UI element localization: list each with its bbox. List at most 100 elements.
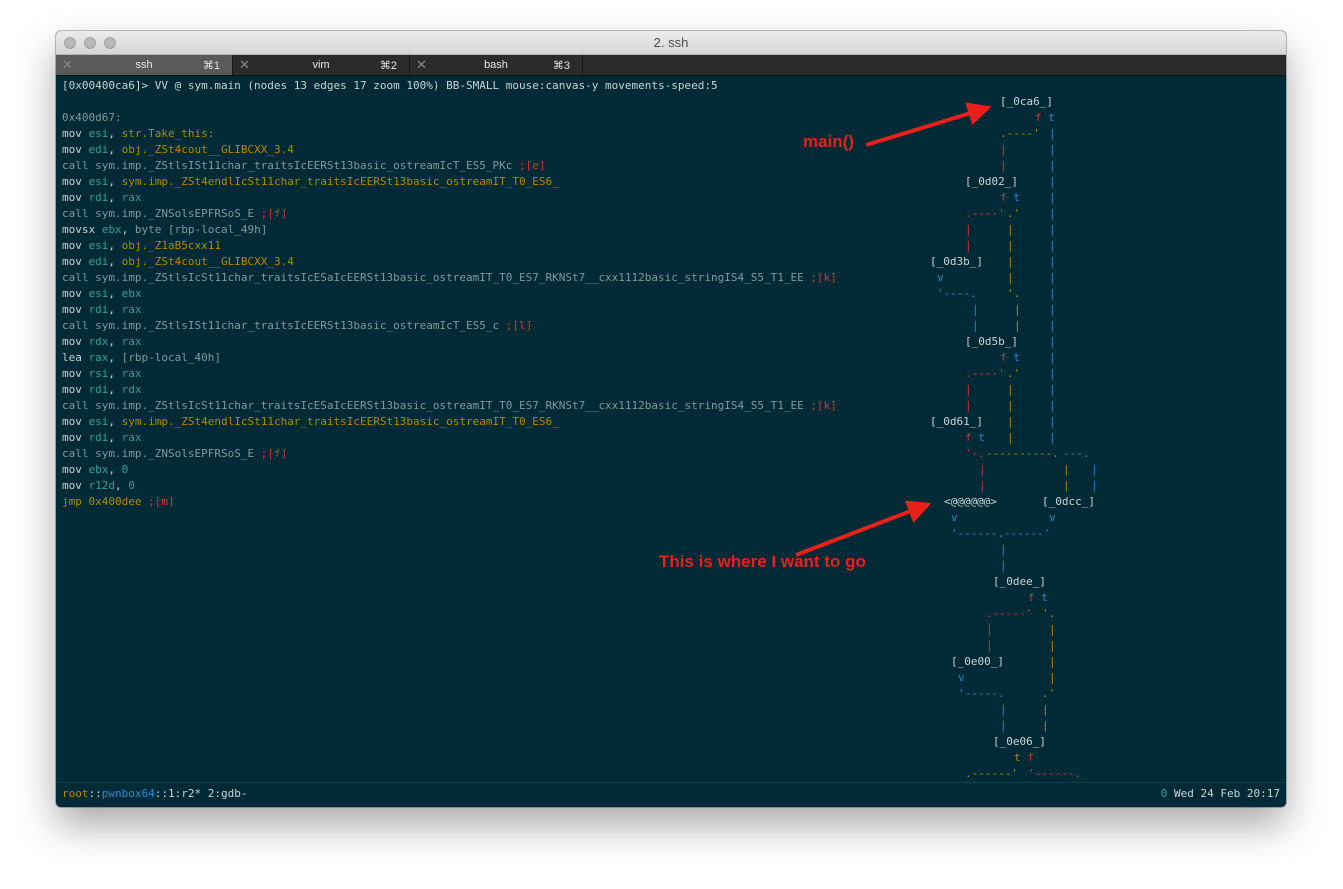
asm-mnemonic: mov [62,239,82,252]
asm-separator: , [108,335,122,348]
graph-node[interactable]: [_0d5b_] [965,334,1018,350]
asm-line[interactable]: mov edi, obj._ZSt4cout__GLIBCXX_3.4 [62,254,294,270]
asm-line[interactable]: mov edi, obj._ZSt4cout__GLIBCXX_3.4 [62,142,294,158]
asm-separator: , [108,287,122,300]
asm-line[interactable]: mov esi, obj._Z1aB5cxx11 [62,238,221,254]
asm-operand: ebx [101,223,122,236]
asm-mnemonic: call [62,271,89,284]
asm-line[interactable]: call sym.imp._ZStlsIcSt11char_traitsIcES… [62,398,837,414]
graph-node[interactable]: [_0d02_] [965,174,1018,190]
asm-mnemonic: mov [62,255,82,268]
asm-xref: ;[k] [803,271,837,284]
asm-separator: , [108,415,122,428]
asm-mnemonic: mov [62,287,82,300]
asm-line[interactable]: call sym.imp._ZStlsISt11char_traitsIcEER… [62,158,545,174]
tab-bar: ✕ ssh ⌘1 ✕ vim ⌘2 ✕ bash ⌘3 [56,55,1286,76]
tab-bash[interactable]: ✕ bash ⌘3 [410,55,583,75]
asm-line[interactable]: mov rdi, rax [62,190,142,206]
asm-mnemonic: mov [62,303,82,316]
asm-separator: , [108,431,122,444]
asm-line[interactable]: call sym.imp._ZNSolsEPFRSoS_E ;[f] [62,446,287,462]
asm-mnemonic: call [62,447,89,460]
asm-line[interactable]: mov ebx, 0 [62,462,128,478]
asm-operand: rdi [88,191,109,204]
asm-line[interactable]: mov esi, ebx [62,286,142,302]
asm-line[interactable]: lea rax, [rbp-local_40h] [62,350,221,366]
asm-operand: ebx [121,287,142,300]
asm-operand: rdx [121,383,142,396]
asm-mnemonic: call [62,159,89,172]
asm-separator: , [115,479,129,492]
asm-line[interactable]: mov rdi, rax [62,302,142,318]
asm-mnemonic: movsx [62,223,96,236]
asm-line[interactable]: mov rdx, rax [62,334,142,350]
asm-operand: rdx [88,335,109,348]
asm-separator: , [108,383,122,396]
asm-line[interactable]: movsx ebx, byte [rbp-local_49h] [62,222,267,238]
asm-mnemonic: mov [62,127,82,140]
asm-operand: sym.imp._ZStlsIcSt11char_traitsIcESaIcEE… [95,271,804,284]
tab-vim[interactable]: ✕ vim ⌘2 [233,55,410,75]
asm-line[interactable]: call sym.imp._ZStlsISt11char_traitsIcEER… [62,318,532,334]
graph-node[interactable]: [_0d3b_] [930,254,983,270]
asm-xref: ;[m] [141,495,175,508]
arrow-to-target [795,500,932,557]
graph-node[interactable]: [_0e00_] [951,654,1004,670]
graph-node[interactable]: [_0e06_] [993,734,1046,750]
asm-operand: esi [88,175,109,188]
asm-operand: sym.imp._ZStlsISt11char_traitsIcEERSt13b… [95,319,500,332]
asm-operand: obj._Z1aB5cxx11 [121,239,221,252]
asm-line[interactable]: mov rsi, rax [62,366,142,382]
arrow-to-main [865,102,992,147]
asm-operand: [rbp-local_40h] [121,351,221,364]
asm-operand: sym.imp._ZStlsISt11char_traitsIcEERSt13b… [95,159,513,172]
asm-mnemonic: lea [62,351,82,364]
asm-operand: r12d [88,479,116,492]
asm-operand: esi [88,287,109,300]
status-clock: 0 Wed 24 Feb 20:17 [1160,787,1280,800]
asm-operand: rax [121,335,142,348]
graph-node[interactable]: [_0dee_] [993,574,1046,590]
asm-mnemonic: mov [62,175,82,188]
asm-line[interactable]: jmp 0x400dee ;[m] [62,494,175,510]
graph-node[interactable]: [_0d61_] [930,414,983,430]
window-title: 2. ssh [653,35,689,50]
asm-mnemonic: mov [62,415,82,428]
asm-separator: , [108,255,122,268]
asm-separator: , [108,175,122,188]
asm-line[interactable]: mov esi, sym.imp._ZSt4endlIcSt11char_tra… [62,174,559,190]
terminal-content[interactable]: [0x00400ca6]> VV @ sym.main (nodes 13 ed… [56,76,1286,783]
tab-ssh[interactable]: ✕ ssh ⌘1 [56,55,233,75]
asm-mnemonic: mov [62,367,82,380]
asm-operand: esi [88,239,109,252]
block-address: 0x400d67: [62,111,122,124]
asm-mnemonic: call [62,207,89,220]
asm-xref: ;[f] [254,207,288,220]
asm-separator: , [108,351,122,364]
asm-operand: rax [121,191,142,204]
asm-operand: sym.imp._ZSt4endlIcSt11char_traitsIcEERS… [121,175,559,188]
asm-separator: , [121,223,135,236]
asm-mnemonic: mov [62,479,82,492]
graph-node[interactable]: <@@@@@@> [944,494,997,510]
graph-node[interactable]: [_0dcc_] [1042,494,1095,510]
asm-line[interactable]: mov esi, sym.imp._ZSt4endlIcSt11char_tra… [62,414,559,430]
asm-line[interactable]: call sym.imp._ZStlsIcSt11char_traitsIcES… [62,270,837,286]
asm-line[interactable]: mov esi, str.Take_this: [62,126,214,142]
asm-operand: sym.imp._ZNSolsEPFRSoS_E [95,447,255,460]
asm-operand: 0 [128,479,135,492]
asm-mnemonic: mov [62,463,82,476]
asm-operand: rax [88,351,109,364]
asm-line[interactable]: mov r12d, 0 [62,478,135,494]
tab-shortcut: ⌘2 [379,60,397,72]
asm-operand: obj._ZSt4cout__GLIBCXX_3.4 [121,255,294,268]
asm-line[interactable]: mov rdi, rdx [62,382,142,398]
title-bar: 2. ssh [56,31,1286,55]
asm-line[interactable]: call sym.imp._ZNSolsEPFRSoS_E ;[f] [62,206,287,222]
asm-separator: , [108,303,122,316]
asm-operand: rsi [88,367,109,380]
asm-mnemonic: mov [62,431,82,444]
asm-line[interactable]: mov rdi, rax [62,430,142,446]
graph-node[interactable]: [_0ca6_] [1000,94,1053,110]
asm-separator: , [108,191,122,204]
